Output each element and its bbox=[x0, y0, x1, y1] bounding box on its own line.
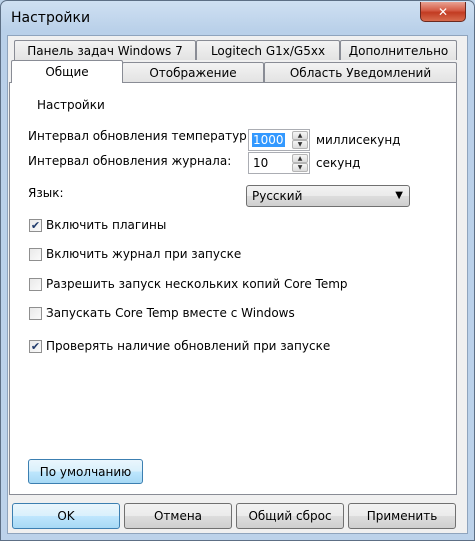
reset-button[interactable]: Общий сброс bbox=[236, 503, 344, 529]
log-interval-value[interactable]: 10 bbox=[252, 156, 269, 170]
log-interval-unit: секунд bbox=[316, 156, 361, 170]
checkbox-label: Проверять наличие обновлений при запуске bbox=[46, 339, 331, 353]
checkbox-start-with-windows[interactable]: Запускать Core Temp вместе с Windows bbox=[29, 306, 295, 320]
log-interval-spinner[interactable]: 10 ▲ ▼ bbox=[248, 152, 310, 174]
tab-label: Logitech G1x/G5xx bbox=[210, 43, 326, 58]
tab-advanced[interactable]: Дополнительно bbox=[340, 40, 457, 60]
checkbox-enable-plugins[interactable]: ✔ Включить плагины bbox=[29, 218, 166, 232]
settings-group-label: Настройки bbox=[34, 98, 108, 112]
tab-label: Отображение bbox=[149, 65, 237, 80]
temp-interval-value[interactable]: 1000 bbox=[252, 133, 285, 147]
checkbox-multiple-instances[interactable]: Разрешить запуск нескольких копий Core T… bbox=[29, 277, 348, 291]
button-label: Отмена bbox=[153, 509, 203, 523]
button-label: Общий сброс bbox=[248, 509, 332, 523]
tab-taskbar-windows7[interactable]: Панель задач Windows 7 bbox=[14, 40, 196, 60]
checkbox-box[interactable]: ✔ bbox=[29, 339, 42, 353]
tab-label: Область Уведомлений bbox=[289, 65, 432, 80]
ok-button[interactable]: OK bbox=[12, 503, 120, 529]
checkbox-label: Запускать Core Temp вместе с Windows bbox=[46, 306, 295, 320]
checkbox-box[interactable] bbox=[29, 277, 42, 291]
close-icon: ✕ bbox=[437, 4, 449, 19]
language-value: Русский bbox=[252, 189, 303, 203]
chevron-down-icon: ▼ bbox=[395, 190, 403, 201]
checkbox-label: Разрешить запуск нескольких копий Core T… bbox=[46, 277, 348, 291]
temp-interval-label: Интервал обновления температур: bbox=[28, 129, 251, 143]
spin-up-icon[interactable]: ▲ bbox=[292, 154, 308, 163]
checkbox-box[interactable] bbox=[29, 247, 42, 261]
tab-label: Общие bbox=[45, 65, 89, 79]
close-button[interactable]: ✕ bbox=[420, 2, 466, 22]
checkbox-box[interactable]: ✔ bbox=[29, 218, 42, 232]
cancel-button[interactable]: Отмена bbox=[124, 503, 232, 529]
apply-button[interactable]: Применить bbox=[348, 503, 456, 529]
window-title: Настройки bbox=[11, 10, 91, 26]
button-label: Применить bbox=[366, 509, 438, 523]
tab-notification-area[interactable]: Область Уведомлений bbox=[264, 62, 457, 82]
spin-down-icon[interactable]: ▼ bbox=[292, 163, 308, 172]
checkbox-label: Включить журнал при запуске bbox=[46, 247, 242, 261]
spin-down-icon[interactable]: ▼ bbox=[292, 140, 308, 149]
button-label: По умолчанию bbox=[39, 464, 132, 479]
defaults-button[interactable]: По умолчанию bbox=[28, 459, 143, 484]
tab-label: Панель задач Windows 7 bbox=[27, 43, 183, 58]
checkbox-label: Включить плагины bbox=[46, 218, 167, 232]
temp-interval-unit: миллисекунд bbox=[316, 133, 401, 147]
checkbox-enable-log[interactable]: Включить журнал при запуске bbox=[29, 247, 241, 261]
checkbox-check-updates[interactable]: ✔ Проверять наличие обновлений при запус… bbox=[29, 339, 330, 353]
tab-logitech[interactable]: Logitech G1x/G5xx bbox=[196, 40, 340, 60]
language-label: Язык: bbox=[28, 186, 64, 200]
spin-up-icon[interactable]: ▲ bbox=[292, 131, 308, 140]
tab-general[interactable]: Общие bbox=[11, 60, 123, 83]
tab-display[interactable]: Отображение bbox=[122, 62, 264, 82]
language-select[interactable]: Русский ▼ bbox=[246, 185, 410, 207]
button-label: OK bbox=[57, 509, 75, 523]
checkbox-box[interactable] bbox=[29, 306, 42, 320]
log-interval-label: Интервал обновления журнала: bbox=[28, 154, 232, 168]
tab-label: Дополнительно bbox=[348, 43, 449, 58]
temp-interval-spinner[interactable]: 1000 ▲ ▼ bbox=[248, 129, 310, 151]
